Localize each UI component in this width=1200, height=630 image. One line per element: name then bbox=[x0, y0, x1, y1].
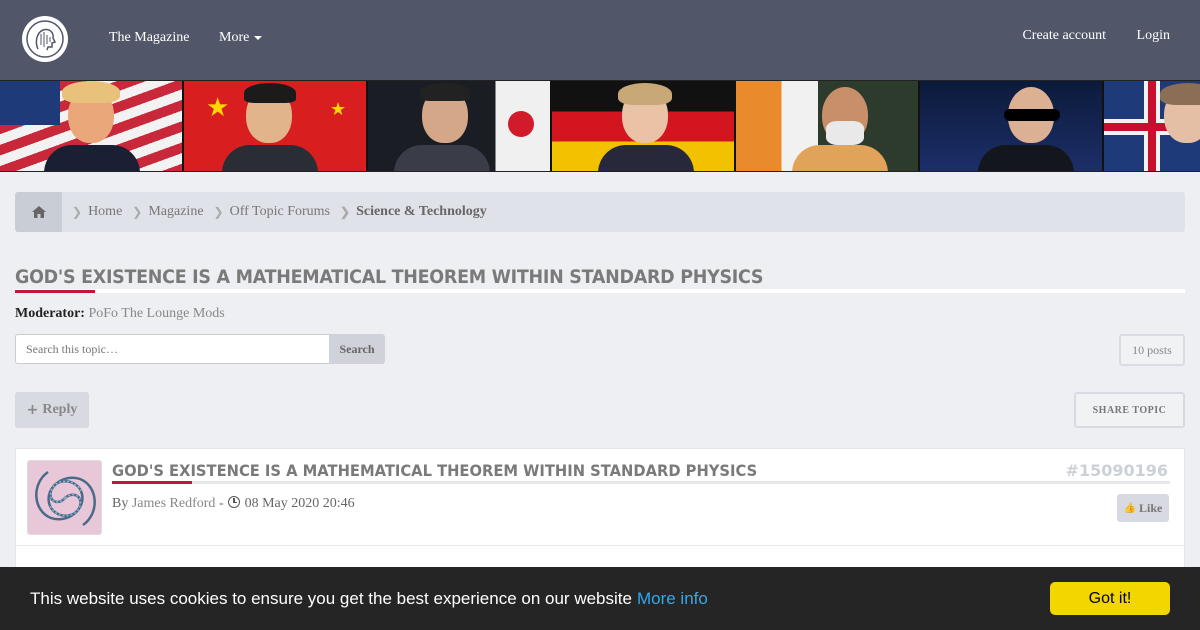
plus-icon: + bbox=[26, 402, 39, 418]
search-button[interactable]: Search bbox=[329, 334, 385, 364]
chevron-right-icon: ❯ bbox=[132, 204, 143, 219]
moderator-link[interactable]: PoFo The Lounge Mods bbox=[88, 306, 224, 321]
banner-panel-china: ★ ★ bbox=[184, 81, 368, 171]
share-topic-button[interactable]: SHARE TOPIC bbox=[1074, 392, 1185, 428]
avatar[interactable] bbox=[27, 460, 102, 535]
top-navbar: The Magazine More Create account Login bbox=[0, 0, 1200, 80]
cookie-more-info-link[interactable]: More info bbox=[637, 589, 708, 609]
post-author-link[interactable]: James Redford bbox=[132, 496, 216, 511]
breadcrumb-science-technology[interactable]: ❯ Science & Technology bbox=[340, 204, 487, 220]
moderator-label: Moderator: bbox=[15, 306, 85, 321]
page-title[interactable]: GOD'S EXISTENCE IS A MATHEMATICAL THEORE… bbox=[15, 266, 764, 288]
banner-panel-india bbox=[736, 81, 920, 171]
chevron-right-icon: ❯ bbox=[213, 204, 224, 219]
cookie-message: This website uses cookies to ensure you … bbox=[30, 588, 632, 608]
chevron-right-icon: ❯ bbox=[72, 204, 83, 219]
banner-panel-russia bbox=[920, 81, 1104, 171]
post-title-accent bbox=[112, 481, 192, 484]
posts-count-badge: 10 posts bbox=[1119, 334, 1185, 366]
login-link[interactable]: Login bbox=[1137, 28, 1170, 44]
nav-more-label: More bbox=[219, 30, 250, 45]
post-by-label: By bbox=[112, 496, 129, 511]
banner-panel-us bbox=[0, 81, 184, 171]
like-button[interactable]: 👍 Like bbox=[1117, 494, 1169, 522]
banner-panel-uk bbox=[1104, 81, 1200, 171]
breadcrumb-science-label: Science & Technology bbox=[356, 204, 487, 219]
breadcrumb-off-topic-label: Off Topic Forums bbox=[229, 204, 331, 219]
site-logo-icon[interactable] bbox=[22, 16, 68, 62]
post-id-link[interactable]: #15090196 bbox=[1066, 461, 1168, 480]
cookie-accept-button[interactable]: Got it! bbox=[1050, 582, 1170, 615]
leaders-banner: ★ ★ bbox=[0, 80, 1200, 172]
post-title-divider bbox=[112, 481, 1170, 484]
cookie-banner: This website uses cookies to ensure you … bbox=[0, 567, 1200, 630]
breadcrumb: ❯ Home ❯ Magazine ❯ Off Topic Forums ❯ Scien… bbox=[15, 192, 1185, 232]
title-divider bbox=[15, 289, 1185, 293]
home-icon[interactable] bbox=[15, 192, 62, 232]
breadcrumb-magazine[interactable]: ❯ Magazine bbox=[132, 204, 203, 220]
like-label: Like bbox=[1139, 500, 1163, 515]
banner-panel-japan bbox=[368, 81, 552, 171]
post-meta-separator: - bbox=[218, 496, 224, 511]
post-date: 08 May 2020 20:46 bbox=[244, 496, 355, 511]
title-accent-bar bbox=[15, 290, 95, 293]
breadcrumb-magazine-label: Magazine bbox=[148, 204, 204, 219]
clock-icon bbox=[228, 496, 241, 508]
post-meta: By James Redford - 08 May 2020 20:46 bbox=[112, 496, 355, 512]
search-topic-input[interactable] bbox=[15, 334, 330, 364]
breadcrumb-home-label: Home bbox=[88, 204, 123, 219]
banner-panel-germany bbox=[552, 81, 736, 171]
create-account-link[interactable]: Create account bbox=[1022, 28, 1106, 44]
chevron-right-icon: ❯ bbox=[340, 204, 351, 219]
nav-more-dropdown[interactable]: More bbox=[219, 30, 263, 46]
post-header-divider bbox=[16, 545, 1184, 546]
caret-down-icon bbox=[254, 35, 263, 40]
thumbs-up-icon: 👍 bbox=[1123, 502, 1137, 514]
breadcrumb-home[interactable]: ❯ Home bbox=[72, 204, 122, 220]
breadcrumb-off-topic[interactable]: ❯ Off Topic Forums bbox=[214, 204, 330, 220]
post-title[interactable]: GOD'S EXISTENCE IS A MATHEMATICAL THEORE… bbox=[112, 461, 757, 480]
nav-magazine-link[interactable]: The Magazine bbox=[109, 30, 189, 46]
reply-button[interactable]: + Reply bbox=[15, 392, 89, 428]
reply-label: Reply bbox=[42, 402, 78, 417]
moderator-line: Moderator: PoFo The Lounge Mods bbox=[15, 306, 225, 322]
